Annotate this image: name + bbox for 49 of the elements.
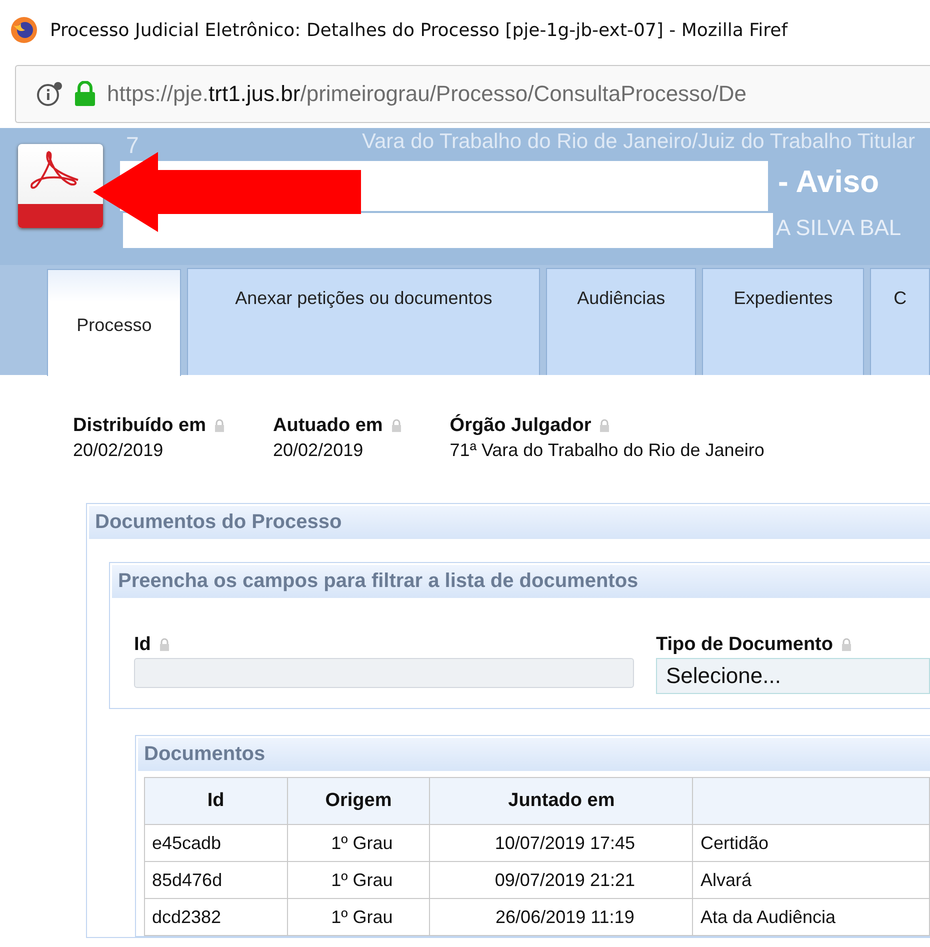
court-name: Vara do Trabalho do Rio de Janeiro/Juiz do Trabalho Titular xyxy=(362,130,915,154)
table-cell: 1º Grau xyxy=(287,862,430,898)
window-title: Processo Judicial Eletrônico: Detalhes do Processo [pje-1g-jb-ext-07] - Mozilla Firef xyxy=(50,20,788,40)
panel-title: Preencha os campos para filtrar a lista de documentos xyxy=(112,565,930,598)
table-cell: 1º Grau xyxy=(287,898,430,936)
court-number: 7 xyxy=(126,132,139,159)
tab[interactable]: Expedientes xyxy=(702,268,864,375)
field-label: Órgão Julgador xyxy=(450,415,592,437)
table-cell: 85d476d xyxy=(144,862,288,898)
table-cell: 1º Grau xyxy=(287,824,430,862)
lock-icon[interactable] xyxy=(73,81,97,107)
table-cell: dcd2382 xyxy=(144,898,288,936)
info-icon[interactable] xyxy=(36,80,63,108)
panel-title: Documentos xyxy=(138,738,930,771)
table-cell: e45cadb xyxy=(144,824,288,862)
field-value: 20/02/2019 xyxy=(273,440,364,461)
column-header: Origem xyxy=(287,778,430,824)
lock-icon xyxy=(158,638,170,652)
field-label: Autuado em xyxy=(273,415,383,437)
lock-icon xyxy=(599,419,610,433)
panel-title: Documentos do Processo xyxy=(89,506,930,539)
table-cell: 09/07/2019 21:21 xyxy=(430,862,693,898)
address-bar[interactable]: https://pje.trt1.jus.br/primeirograu/Processo/ConsultaProcesso/De xyxy=(15,65,930,123)
field-value: 20/02/2019 xyxy=(73,440,164,461)
firefox-icon xyxy=(10,16,38,44)
table-cell: Ata da Audiência xyxy=(692,898,930,936)
lock-icon xyxy=(840,638,852,652)
lock-icon xyxy=(214,419,226,433)
field-label: Id xyxy=(134,634,151,656)
url-text[interactable]: https://pje.trt1.jus.br/primeirograu/Processo/ConsultaProcesso/De xyxy=(107,81,747,107)
pdf-icon[interactable] xyxy=(18,144,103,228)
table-cell: 26/06/2019 11:19 xyxy=(430,898,693,936)
document-type-dropdown[interactable]: Selecione... xyxy=(656,658,930,694)
party-name: A SILVA BAL xyxy=(776,215,902,241)
tab[interactable]: Anexar petições ou documentos xyxy=(187,268,540,375)
tab[interactable]: Audiências xyxy=(546,268,696,375)
field-label: Tipo de Documento xyxy=(656,634,833,656)
field-label: Distribuído em xyxy=(73,415,206,437)
document-title: - Aviso xyxy=(778,164,880,200)
tab[interactable]: Processo xyxy=(47,269,182,376)
table-cell: Alvará xyxy=(692,862,930,898)
column-header: Juntado em xyxy=(430,778,693,824)
table-cell: 10/07/2019 17:45 xyxy=(430,824,693,862)
lock-icon xyxy=(390,419,402,433)
id-field[interactable] xyxy=(134,658,634,688)
column-header: Id xyxy=(144,778,288,824)
table-cell: Certidão xyxy=(692,824,930,862)
field-value: 71ª Vara do Trabalho do Rio de Janeiro xyxy=(450,440,764,461)
tab[interactable]: C xyxy=(870,268,930,375)
